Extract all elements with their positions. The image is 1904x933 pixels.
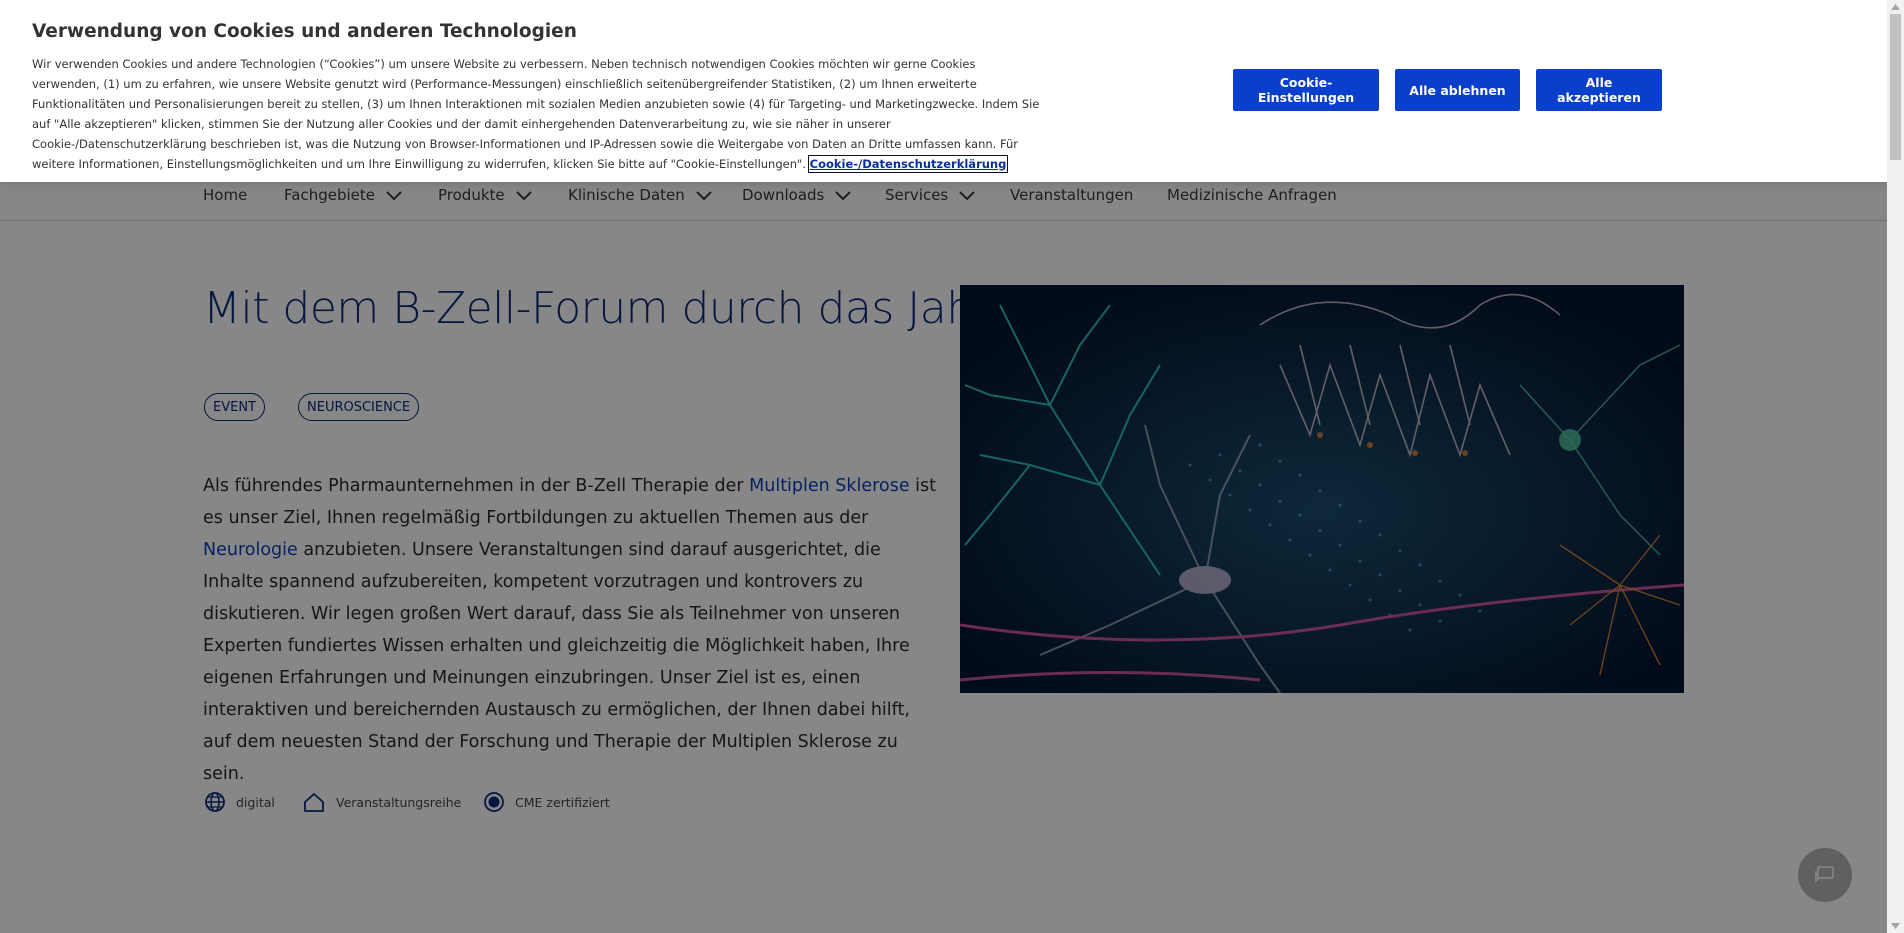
cookie-banner-title: Verwendung von Cookies und anderen Techn… bbox=[32, 21, 577, 42]
reject-all-button[interactable]: Alle ablehnen bbox=[1395, 69, 1520, 111]
privacy-policy-link[interactable]: Cookie-/Datenschutzerklärung bbox=[807, 155, 1009, 173]
cookie-banner-text: Wir verwenden Cookies und andere Technol… bbox=[32, 57, 1040, 173]
cookie-banner: Verwendung von Cookies und anderen Techn… bbox=[0, 0, 1887, 182]
cookie-settings-button[interactable]: Cookie-Einstellungen bbox=[1233, 69, 1379, 111]
scrollbar-thumb[interactable] bbox=[1890, 14, 1901, 160]
accept-all-button[interactable]: Alle akzeptieren bbox=[1536, 69, 1662, 111]
scroll-up-arrow-icon[interactable] bbox=[1887, 0, 1904, 14]
scroll-down-arrow-icon[interactable] bbox=[1887, 919, 1904, 933]
